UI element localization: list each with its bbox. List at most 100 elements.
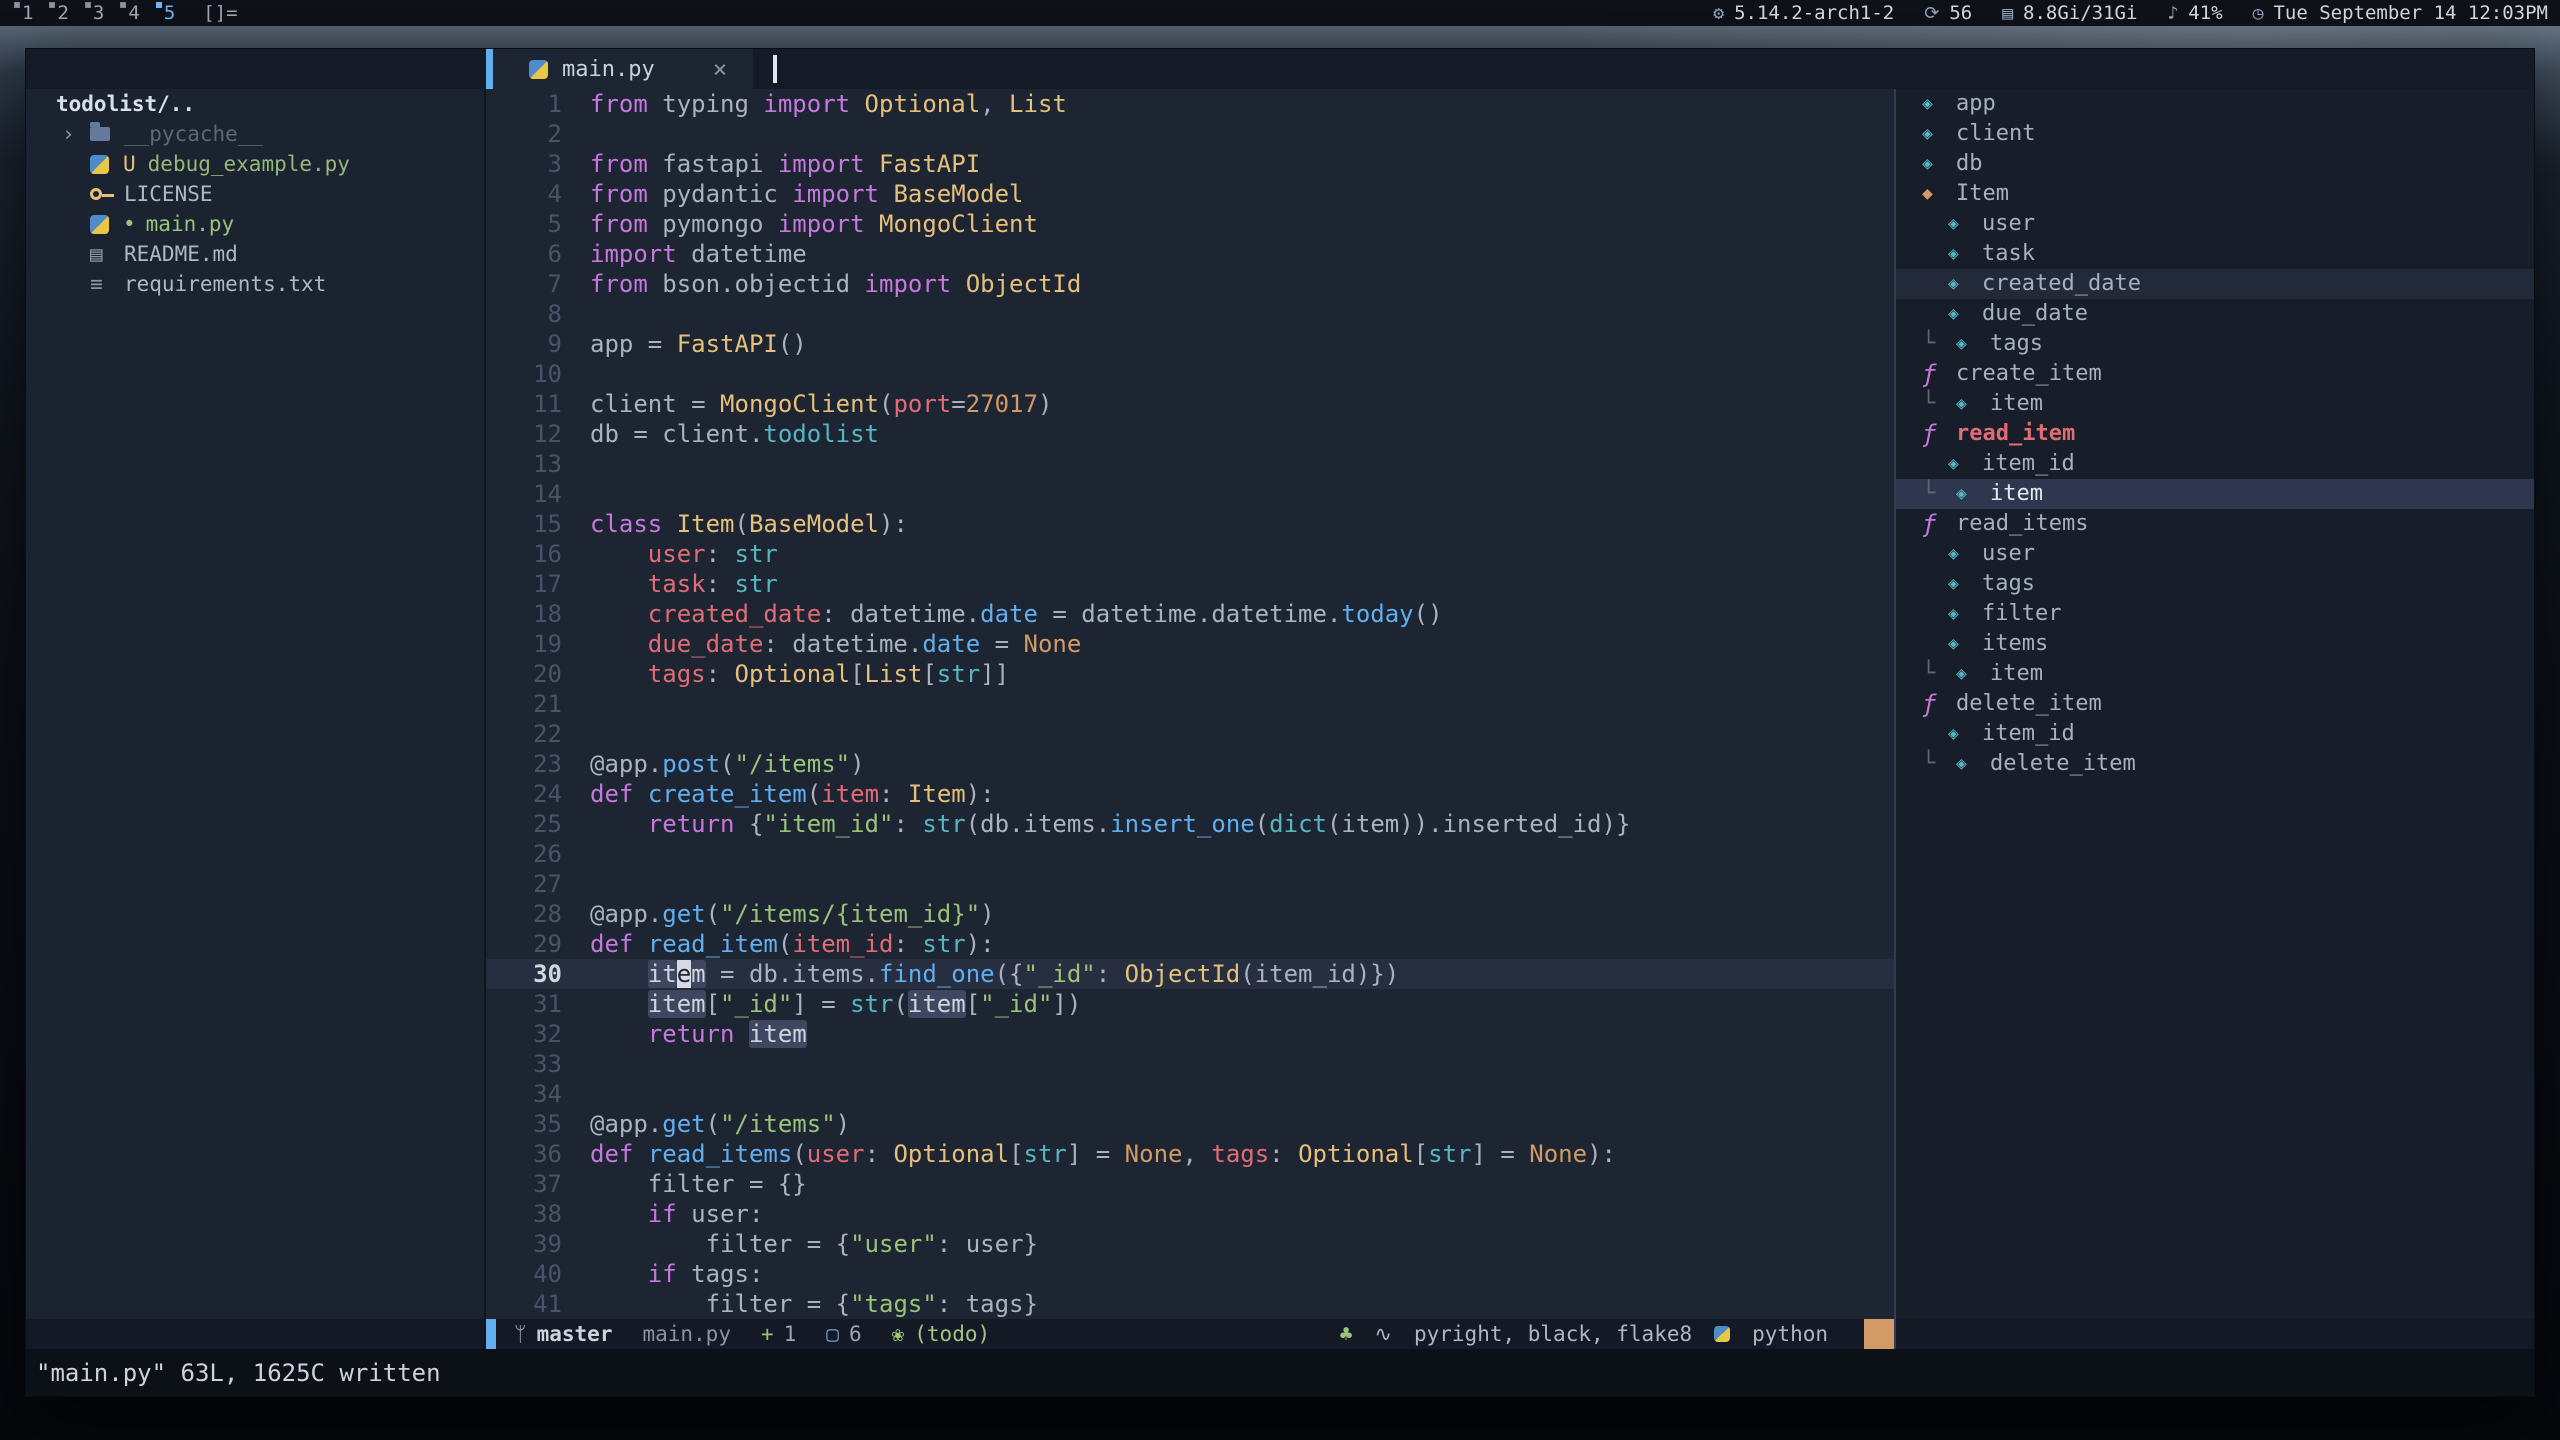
outline-item-tags[interactable]: ◈tags	[1896, 569, 2534, 599]
tree-root[interactable]: todolist/..	[26, 89, 484, 119]
outline-item-items[interactable]: ◈items	[1896, 629, 2534, 659]
outline-item-item_id[interactable]: ◈item_id	[1896, 449, 2534, 479]
outline-item-task[interactable]: ◈task	[1896, 239, 2534, 269]
code-line-15[interactable]: 15class Item(BaseModel):	[486, 509, 1894, 539]
outline-item-read_item[interactable]: ƒread_item	[1896, 419, 2534, 449]
code-line-4[interactable]: 4from pydantic import BaseModel	[486, 179, 1894, 209]
code-line-9[interactable]: 9app = FastAPI()	[486, 329, 1894, 359]
status-module-memory: ▤8.8Gi/31Gi	[2002, 2, 2137, 24]
tree-item-main-py[interactable]: •main.py	[26, 209, 484, 239]
code-line-39[interactable]: 39 filter = {"user": user}	[486, 1229, 1894, 1259]
code-line-23[interactable]: 23@app.post("/items")	[486, 749, 1894, 779]
tab-close-icon[interactable]: ×	[713, 55, 727, 83]
code-line-18[interactable]: 18 created_date: datetime.date = datetim…	[486, 599, 1894, 629]
code-line-37[interactable]: 37 filter = {}	[486, 1169, 1894, 1199]
code-line-40[interactable]: 40 if tags:	[486, 1259, 1894, 1289]
outline-item-item_id[interactable]: ◈item_id	[1896, 719, 2534, 749]
outline-item-delete_item[interactable]: └◈delete_item	[1896, 749, 2534, 779]
tag-label: 2	[57, 2, 68, 24]
tree-items: ›__pycache__Udebug_example.pyLICENSE•mai…	[26, 119, 484, 299]
code-line-7[interactable]: 7from bson.objectid import ObjectId	[486, 269, 1894, 299]
workspace-tag-1[interactable]: 1	[12, 0, 43, 26]
code-line-8[interactable]: 8	[486, 299, 1894, 329]
workspace-tag-3[interactable]: 3	[83, 0, 114, 26]
code-line-17[interactable]: 17 task: str	[486, 569, 1894, 599]
outline-item-item[interactable]: └◈item	[1896, 389, 2534, 419]
code-line-16[interactable]: 16 user: str	[486, 539, 1894, 569]
code-line-5[interactable]: 5from pymongo import MongoClient	[486, 209, 1894, 239]
tree-item-license[interactable]: LICENSE	[26, 179, 484, 209]
clock-icon: ◷	[2253, 3, 2264, 24]
tree-item-pycache[interactable]: ›__pycache__	[26, 119, 484, 149]
treesitter-icon: ♣	[1340, 1322, 1353, 1346]
outline-item-db[interactable]: ◈db	[1896, 149, 2534, 179]
code-line-20[interactable]: 20 tags: Optional[List[str]]	[486, 659, 1894, 689]
line-number: 35	[486, 1109, 562, 1139]
tree-item-debug-example-py[interactable]: Udebug_example.py	[26, 149, 484, 179]
code-line-38[interactable]: 38 if user:	[486, 1199, 1894, 1229]
code-line-33[interactable]: 33	[486, 1049, 1894, 1079]
outline-item-user[interactable]: ◈user	[1896, 539, 2534, 569]
outline-item-client[interactable]: ◈client	[1896, 119, 2534, 149]
outline-item-delete_item[interactable]: ƒdelete_item	[1896, 689, 2534, 719]
tree-item-readme-md[interactable]: ▤README.md	[26, 239, 484, 269]
outline-item-label: item	[1990, 659, 2043, 689]
code-line-29[interactable]: 29def read_item(item_id: str):	[486, 929, 1894, 959]
variable-icon: ◈	[1948, 539, 1982, 569]
layout-indicator[interactable]: []=	[203, 2, 237, 24]
code-line-1[interactable]: 1from typing import Optional, List	[486, 89, 1894, 119]
statusline: ᛘ master main.py + 1 ▢ 6 ❀ (todo) ♣	[486, 1319, 1894, 1349]
code-line-10[interactable]: 10	[486, 359, 1894, 389]
code-line-27[interactable]: 27	[486, 869, 1894, 899]
code-line-25[interactable]: 25 return {"item_id": str(db.items.inser…	[486, 809, 1894, 839]
code-editor[interactable]: 1from typing import Optional, List23from…	[486, 89, 1894, 1319]
code-line-36[interactable]: 36def read_items(user: Optional[str] = N…	[486, 1139, 1894, 1169]
code-line-30[interactable]: 30 item = db.items.find_one({"_id": Obje…	[486, 959, 1894, 989]
outline-item-read_items[interactable]: ƒread_items	[1896, 509, 2534, 539]
tab-main-py[interactable]: main.py ×	[486, 49, 753, 89]
outline-item-item[interactable]: └◈item	[1896, 659, 2534, 689]
outline-item-Item[interactable]: ◆Item	[1896, 179, 2534, 209]
outline-item-label: item_id	[1982, 449, 2075, 479]
code-line-22[interactable]: 22	[486, 719, 1894, 749]
code-line-35[interactable]: 35@app.get("/items")	[486, 1109, 1894, 1139]
code-line-2[interactable]: 2	[486, 119, 1894, 149]
code-line-41[interactable]: 41 filter = {"tags": tags}	[486, 1289, 1894, 1319]
line-number: 29	[486, 929, 562, 959]
outline-item-label: create_item	[1956, 359, 2102, 389]
workspace-tag-4[interactable]: 4	[118, 0, 149, 26]
outline-item-tags[interactable]: └◈tags	[1896, 329, 2534, 359]
code-line-19[interactable]: 19 due_date: datetime.date = None	[486, 629, 1894, 659]
code-line-34[interactable]: 34	[486, 1079, 1894, 1109]
outline-item-due_date[interactable]: ◈due_date	[1896, 299, 2534, 329]
code-line-28[interactable]: 28@app.get("/items/{item_id}")	[486, 899, 1894, 929]
outline-item-user[interactable]: ◈user	[1896, 209, 2534, 239]
outline-item-app[interactable]: ◈app	[1896, 89, 2534, 119]
code-line-24[interactable]: 24def create_item(item: Item):	[486, 779, 1894, 809]
workspace-tag-2[interactable]: 2	[47, 0, 78, 26]
code-line-21[interactable]: 21	[486, 689, 1894, 719]
code-line-31[interactable]: 31 item["_id"] = str(item["_id"])	[486, 989, 1894, 1019]
code-text: @app.post("/items")	[590, 749, 865, 779]
outline-item-create_item[interactable]: ƒcreate_item	[1896, 359, 2534, 389]
todo-icon: ❀	[892, 1322, 905, 1346]
outline-item-created_date[interactable]: ◈created_date	[1896, 269, 2534, 299]
volume-icon: ♪	[2167, 3, 2178, 24]
code-line-6[interactable]: 6import datetime	[486, 239, 1894, 269]
code-line-3[interactable]: 3from fastapi import FastAPI	[486, 149, 1894, 179]
line-number: 1	[486, 89, 562, 119]
tree-item-requirements-txt[interactable]: ≡requirements.txt	[26, 269, 484, 299]
code-text: db = client.todolist	[590, 419, 879, 449]
code-line-13[interactable]: 13	[486, 449, 1894, 479]
project-indicator: ❀ (todo)	[892, 1322, 991, 1346]
code-line-14[interactable]: 14	[486, 479, 1894, 509]
outline-item-item[interactable]: └◈item	[1896, 479, 2534, 509]
code-line-11[interactable]: 11client = MongoClient(port=27017)	[486, 389, 1894, 419]
outline-item-filter[interactable]: ◈filter	[1896, 599, 2534, 629]
code-line-12[interactable]: 12db = client.todolist	[486, 419, 1894, 449]
buffer-count: ▢ 6	[826, 1322, 861, 1346]
workspace-tag-5[interactable]: 5	[154, 0, 185, 26]
tree-connector-last: └	[1922, 479, 1956, 509]
code-line-26[interactable]: 26	[486, 839, 1894, 869]
code-line-32[interactable]: 32 return item	[486, 1019, 1894, 1049]
